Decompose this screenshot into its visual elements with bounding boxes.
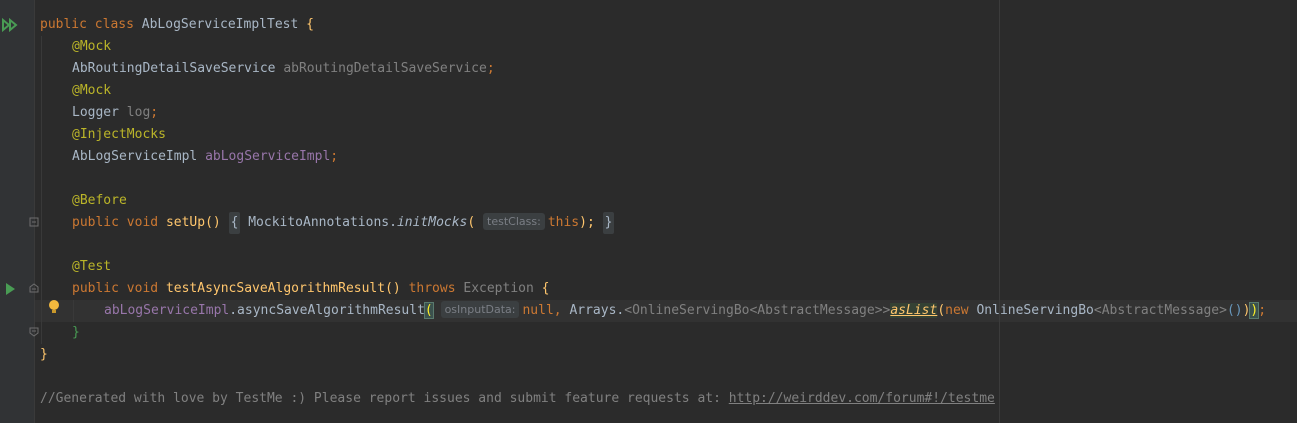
editor-gutter [0, 0, 35, 423]
brace: { [541, 281, 550, 296]
code-line-inject[interactable]: @InjectMocks [72, 124, 166, 146]
class-ref: Arrays. [569, 303, 625, 318]
parens: () [1226, 303, 1243, 318]
brace: { [306, 17, 314, 32]
code-line-field[interactable]: Logger log; [72, 102, 158, 124]
keyword: void [126, 281, 159, 296]
code-line-class-decl[interactable]: public class AbLogServiceImplTest { [40, 14, 314, 36]
keyword: public [72, 281, 119, 296]
type-name: Logger [72, 105, 119, 120]
keyword: new [945, 303, 969, 318]
code-line-mock[interactable]: @Mock [72, 36, 111, 58]
field-name: abLogServiceImpl [205, 149, 331, 164]
semicolon: ; [486, 61, 495, 76]
indent-guide [73, 300, 74, 322]
paren: ( [423, 302, 434, 319]
run-test-icon[interactable] [4, 282, 16, 296]
annotation: @Test [72, 259, 112, 274]
indent-guide [41, 36, 42, 344]
parameter-hint: osInputData: [440, 301, 520, 318]
fold-open-brace: { [230, 215, 239, 230]
keyword: public [40, 17, 87, 32]
keyword: void [126, 215, 159, 230]
run-class-icon[interactable] [2, 18, 18, 32]
keyword: class [94, 17, 134, 32]
parens: () [205, 215, 221, 230]
code-line-test[interactable]: @Test [72, 256, 111, 278]
code-line-field[interactable]: AbLogServiceImpl abLogServiceImpl; [72, 146, 338, 168]
annotation: @Mock [72, 83, 112, 98]
intention-bulb-icon[interactable] [48, 299, 60, 315]
class-ref: MockitoAnnotations. [248, 215, 397, 230]
keyword: this [547, 215, 580, 230]
paren: ); [579, 215, 595, 230]
code-line-close-class[interactable]: } [40, 344, 48, 366]
right-margin-guide [999, 0, 1000, 423]
exception-type: Exception [463, 281, 534, 296]
fold-icon[interactable] [29, 217, 39, 227]
comment-text: //Generated with love by TestMe :) Pleas… [40, 391, 729, 406]
keyword: throws [408, 281, 456, 296]
generic-type: <OnlineServingBo<AbstractMessage>> [624, 303, 891, 318]
code-line-test-method[interactable]: public void testAsyncSaveAlgorithmResult… [72, 278, 549, 300]
parens: () [385, 281, 401, 296]
method-call: initMocks [396, 215, 468, 230]
field-ref: abLogServiceImpl [104, 303, 230, 318]
keyword: public [72, 215, 119, 230]
field-name: log [126, 105, 151, 120]
method-call: asList [890, 303, 938, 318]
class-name: AbLogServiceImplTest [141, 17, 299, 32]
paren: ( [937, 303, 946, 318]
code-line-before[interactable]: @Before [72, 190, 127, 212]
brace: } [72, 325, 80, 340]
type-name: OnlineServingBo [976, 303, 1094, 318]
type-name: AbRoutingDetailSaveService [72, 61, 276, 76]
code-line-comment[interactable]: //Generated with love by TestMe :) Pleas… [40, 388, 995, 410]
method-name: setUp [165, 215, 206, 230]
annotation: @Mock [72, 39, 112, 54]
generic-type: <AbstractMessage> [1093, 303, 1227, 318]
fold-close-brace: } [604, 215, 613, 230]
fold-icon[interactable] [29, 283, 39, 293]
annotation: @InjectMocks [72, 127, 166, 142]
folded-region[interactable]: { [228, 212, 241, 234]
semicolon: ; [330, 149, 339, 164]
paren: ( [467, 215, 476, 230]
field-name: abRoutingDetailSaveService [283, 61, 487, 76]
fold-icon[interactable] [29, 327, 39, 337]
code-line-mock[interactable]: @Mock [72, 80, 111, 102]
code-line-body[interactable]: abLogServiceImpl.asyncSaveAlgorithmResul… [104, 300, 1266, 322]
keyword: null [522, 303, 554, 318]
type-name: AbLogServiceImpl [72, 149, 198, 164]
semicolon: ; [150, 105, 159, 120]
method-name: testAsyncSaveAlgorithmResult [165, 281, 386, 296]
parameter-hint: testClass: [483, 213, 545, 230]
brace: } [40, 347, 48, 362]
code-line-close-method[interactable]: } [72, 322, 80, 344]
comment-link[interactable]: http://weirddev.com/forum#!/testme [729, 391, 995, 406]
code-line-field[interactable]: AbRoutingDetailSaveService abRoutingDeta… [72, 58, 495, 80]
code-line-setup[interactable]: public void setUp() { MockitoAnnotations… [72, 212, 615, 234]
folded-region[interactable]: } [602, 212, 615, 234]
method-call: .asyncSaveAlgorithmResult [229, 303, 425, 318]
comma: , [553, 303, 570, 318]
annotation: @Before [72, 193, 127, 208]
semicolon: ; [1258, 303, 1267, 318]
